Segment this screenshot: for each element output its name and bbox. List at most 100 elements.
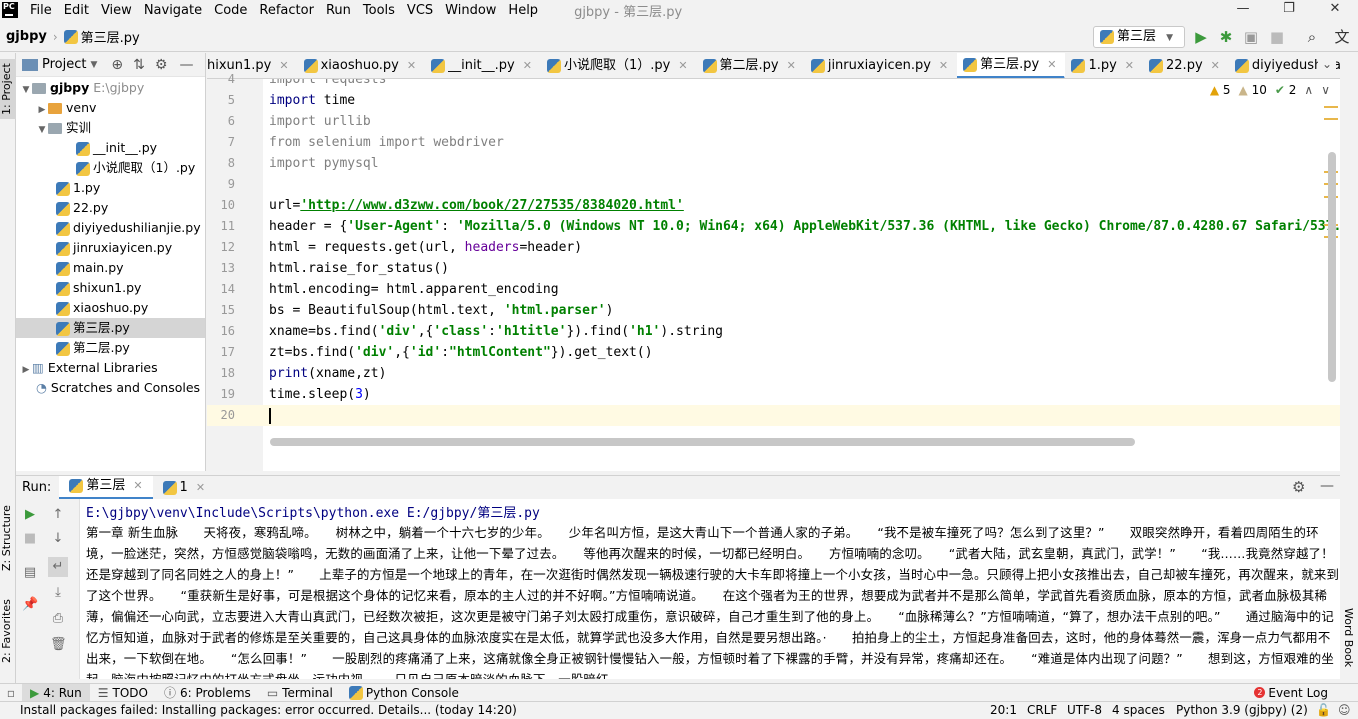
toolwindow-python-console[interactable]: Python Console — [341, 684, 467, 702]
close-icon[interactable]: ✕ — [1211, 53, 1220, 78]
gear-icon[interactable]: ⚙ — [155, 57, 168, 73]
tree-item-1py[interactable]: 1.py — [16, 178, 205, 198]
tree-item-root[interactable]: ▼ gjbpy E:\gjbpy — [16, 78, 205, 98]
breadcrumb-file[interactable]: 第三层.py — [81, 27, 140, 46]
tree-item-dierceng[interactable]: 第二层.py — [16, 338, 205, 358]
tree-item-external-libraries[interactable]: ▶ ▥ External Libraries — [16, 358, 205, 378]
inspection-weak-warnings[interactable]: ▲ 10 — [1239, 83, 1267, 97]
tree-item-init[interactable]: __init__.py — [16, 138, 205, 158]
expand-arrow-icon[interactable]: ▼ — [36, 120, 48, 140]
menu-run[interactable]: Run — [320, 3, 357, 18]
menu-file[interactable]: File — [24, 3, 58, 18]
tree-item-shixun-folder[interactable]: ▼ 实训 — [16, 118, 205, 138]
trash-icon[interactable]: 🗑 — [50, 637, 67, 653]
editor-vertical-scrollbar[interactable] — [1328, 152, 1336, 382]
tabs-overflow-chevron-icon[interactable]: ⌄ — [1318, 57, 1337, 71]
translate-icon[interactable]: 文 — [1333, 28, 1351, 46]
code-editor[interactable]: import requests import time import urlli… — [263, 79, 1340, 471]
toolwindow-terminal[interactable]: ▭ Terminal — [259, 684, 341, 702]
tab-22py[interactable]: 22.py ✕ — [1143, 53, 1229, 78]
hide-panel-icon[interactable]: — — [1320, 478, 1334, 494]
print-icon[interactable]: ⎙ — [50, 611, 66, 627]
close-icon[interactable]: ✕ — [678, 53, 687, 78]
tree-item-diyiye[interactable]: diyiyedushilianjie.py — [16, 218, 205, 238]
word-book-side-tab[interactable]: Word Book — [1342, 608, 1355, 667]
file-encoding[interactable]: UTF-8 — [1067, 702, 1102, 719]
lock-icon[interactable]: 🔓 — [1316, 702, 1331, 719]
close-icon[interactable]: ✕ — [1125, 53, 1134, 78]
menu-view[interactable]: View — [95, 3, 138, 18]
tool-windows-icon[interactable]: ▫ — [0, 686, 22, 700]
coverage-icon[interactable]: ▣ — [1242, 28, 1260, 46]
collapse-all-icon[interactable]: ⇅ — [133, 57, 145, 73]
stop-icon[interactable]: ■ — [1268, 28, 1286, 46]
indent-setting[interactable]: 4 spaces — [1112, 702, 1165, 719]
scroll-up-icon[interactable]: ↑ — [50, 507, 66, 523]
tree-item-venv[interactable]: ▶ venv — [16, 98, 205, 118]
collapse-arrow-icon[interactable]: ▶ — [36, 100, 48, 120]
layout-icon[interactable]: ▤ — [22, 565, 38, 581]
structure-side-tab[interactable]: Z: Structure — [0, 493, 16, 583]
tree-item-disanceng[interactable]: 第三层.py — [16, 318, 205, 338]
expand-arrow-icon[interactable]: ▼ — [20, 80, 32, 100]
tree-item-scratches[interactable]: ◔ Scratches and Consoles — [16, 378, 205, 398]
tree-item-main[interactable]: main.py — [16, 258, 205, 278]
run-tab-1[interactable]: 1 ✕ — [153, 476, 216, 500]
menu-window[interactable]: Window — [439, 3, 502, 18]
tab-dierceng[interactable]: 第二层.py ✕ — [697, 53, 805, 78]
menu-vcs[interactable]: VCS — [401, 3, 439, 18]
tab-1py[interactable]: 1.py ✕ — [1065, 53, 1143, 78]
error-stripe-marker[interactable] — [1324, 106, 1338, 108]
tree-item-22py[interactable]: 22.py — [16, 198, 205, 218]
gear-icon[interactable]: ⚙ — [1292, 478, 1305, 496]
status-message[interactable]: Install packages failed: Installing pack… — [20, 702, 517, 719]
tree-item-jinruxiayicen[interactable]: jinruxiayicen.py — [16, 238, 205, 258]
tab-init[interactable]: __init__.py ✕ — [425, 53, 541, 78]
tree-item-xiaoshuo-paqu[interactable]: 小说爬取（1）.py — [16, 158, 205, 178]
project-panel-title[interactable]: Project — [42, 57, 86, 72]
toolwindow-todo[interactable]: ☰ TODO — [90, 684, 156, 702]
error-stripe-marker[interactable] — [1324, 118, 1338, 120]
locate-icon[interactable]: ⊕ — [111, 57, 123, 73]
collapse-arrow-icon[interactable]: ▶ — [20, 360, 32, 380]
tab-disanceng[interactable]: 第三层.py ✕ — [957, 53, 1066, 78]
editor-horizontal-scrollbar[interactable] — [270, 438, 1135, 446]
search-icon[interactable]: ⌕ — [1303, 28, 1321, 46]
notifications-icon[interactable]: ☺ — [1338, 702, 1351, 719]
inspection-warnings[interactable]: ▲ 5 — [1210, 83, 1231, 97]
project-side-tab[interactable]: 1: Project — [0, 59, 16, 119]
chevron-up-icon[interactable]: ∧ — [1304, 83, 1313, 97]
menu-help[interactable]: Help — [502, 3, 544, 18]
menu-edit[interactable]: Edit — [58, 3, 95, 18]
close-icon[interactable]: ✕ — [279, 53, 288, 78]
inspection-widget[interactable]: ▲ 5 ▲ 10 ✔ 2 ∧ ∨ — [1209, 83, 1330, 97]
favorites-side-tab[interactable]: 2: Favorites — [0, 591, 16, 671]
close-icon[interactable]: ✕ — [939, 53, 948, 78]
chevron-down-icon[interactable]: ▼ — [90, 60, 97, 70]
maximize-button[interactable]: ❐ — [1266, 0, 1312, 20]
rerun-icon[interactable]: ▶ — [22, 507, 38, 523]
toolwindow-run[interactable]: ▶ 4: Run — [22, 683, 90, 702]
tab-xiaoshuo-paqu[interactable]: 小说爬取（1）.py ✕ — [541, 53, 697, 78]
close-icon[interactable]: ✕ — [196, 476, 205, 500]
inspection-typos[interactable]: ✔ 2 — [1275, 83, 1297, 97]
scroll-to-end-icon[interactable]: ⤓ — [50, 585, 66, 601]
soft-wrap-icon[interactable]: ↵ — [48, 557, 68, 577]
run-console[interactable]: E:\gjbpy\venv\Include\Scripts\python.exe… — [80, 499, 1340, 679]
menu-refactor[interactable]: Refactor — [253, 3, 320, 18]
run-tab-disanceng[interactable]: 第三层 ✕ — [59, 474, 153, 500]
hide-panel-icon[interactable]: — — [179, 57, 193, 73]
close-icon[interactable]: ✕ — [787, 53, 796, 78]
chevron-down-icon[interactable]: ∨ — [1321, 83, 1330, 97]
menu-navigate[interactable]: Navigate — [138, 3, 208, 18]
close-icon[interactable]: ✕ — [523, 53, 532, 78]
stop-icon[interactable]: ■ — [22, 531, 38, 547]
menu-code[interactable]: Code — [208, 3, 253, 18]
tree-item-xiaoshuo[interactable]: xiaoshuo.py — [16, 298, 205, 318]
scroll-down-icon[interactable]: ↓ — [50, 531, 66, 547]
python-interpreter[interactable]: Python 3.9 (gjbpy) (2) — [1176, 702, 1308, 719]
tree-item-shixun1[interactable]: shixun1.py — [16, 278, 205, 298]
close-window-button[interactable]: ✕ — [1312, 0, 1358, 20]
close-icon[interactable]: ✕ — [133, 474, 142, 498]
close-icon[interactable]: ✕ — [1047, 53, 1056, 78]
